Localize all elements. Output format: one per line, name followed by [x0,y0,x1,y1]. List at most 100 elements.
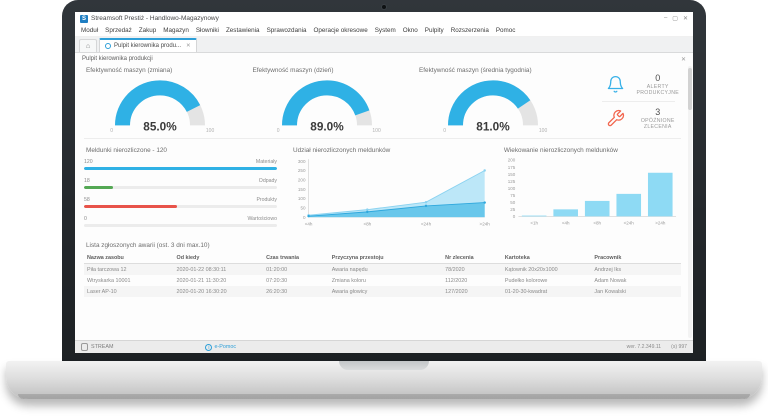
svg-text:0: 0 [303,215,306,220]
table-cell: 127/2020 [442,286,502,297]
meldunki-label: Produkty [256,197,276,203]
svg-text:250: 250 [298,168,306,173]
table-cell: 07:20:30 [263,275,329,286]
svg-text:75: 75 [510,193,516,198]
area-chart-panel: Udział nierozliczonych meldunków 0 50 100 1… [291,145,490,235]
alert-text: 0ALERTY PRODUKCYJNE [637,73,680,96]
table-row[interactable]: Piła tarczowa 122020-01-22 08:30:1101:20… [84,264,681,276]
svg-text:200: 200 [298,177,306,182]
alert-text: 3OPÓŹNIONE ZLECENIA [637,107,680,130]
laptop-notch [339,361,429,370]
panel-close-icon[interactable]: ✕ [681,56,686,63]
meldunki-row: 0Wartościowo [84,216,277,227]
svg-text:100: 100 [298,196,306,201]
table-cell: 2020-01-22 08:30:11 [174,264,264,276]
status-left: STREAM [81,343,113,351]
info-icon: i [205,344,212,351]
window-controls: – ▢ ✕ [664,15,688,22]
vertical-scrollbar[interactable] [688,66,692,338]
column-header[interactable]: Przyczyna przestoju [329,253,442,264]
dashboard-tab-icon [105,43,111,49]
meldunki-label: Materiały [256,159,277,165]
gauge-scale: 0100 [443,128,547,134]
version-label: wer. 7.2.349.11 [627,344,661,350]
gauge-card-1: Efektywność maszyn (zmiana)85.0%0100 [84,65,237,135]
menu-item[interactable]: Słowniki [196,27,219,34]
meldunki-track [84,167,277,170]
menu-item[interactable]: Magazyn [163,27,189,34]
failures-table: Nazwa zasobuOd kiedyCzas trwaniaPrzyczyn… [84,253,681,297]
alerts-divider [602,101,676,102]
table-cell: 2020-01-21 11:30:20 [174,275,264,286]
home-icon: ⌂ [86,43,90,50]
table-cell: 26:20:30 [263,286,329,297]
charts-row: Meldunki nierozliczone - 120 120Materiał… [84,145,681,235]
menu-item[interactable]: Zestawienia [226,27,260,34]
wrench-icon [606,109,625,128]
gauge-title: Efektywność maszyn (średnia tygodnia) [419,67,570,74]
svg-text:<8h: <8h [593,221,601,226]
svg-text:150: 150 [298,187,306,192]
close-icon[interactable]: ✕ [683,15,688,22]
svg-text:25: 25 [510,207,516,212]
column-header[interactable]: Nr zlecenia [442,253,502,264]
column-header[interactable]: Czas trwania [263,253,329,264]
svg-text:150: 150 [508,172,516,177]
tab-bar: ⌂ Pulpit kierownika produ... ✕ [75,37,693,53]
svg-text:50: 50 [300,205,306,210]
meldunki-track [84,186,277,189]
meldunki-row: 120Materiały [84,159,277,170]
menu-item[interactable]: Moduł [81,27,98,34]
menu-item[interactable]: Operacje okresowe [313,27,367,34]
meldunki-panel: Meldunki nierozliczone - 120 120Materiał… [84,145,277,235]
tab-close-icon[interactable]: ✕ [186,43,191,49]
table-cell: 01-20-30-kwadrat [502,286,592,297]
table-header-row: Nazwa zasobuOd kiedyCzas trwaniaPrzyczyn… [84,253,681,264]
menu-item[interactable]: Pomoc [496,27,516,34]
menu-item[interactable]: Pulpity [425,27,444,34]
laptop-base [6,361,762,399]
menu-item[interactable]: Sprzedaż [105,27,132,34]
tab-pulpit-kierownika[interactable]: Pulpit kierownika produ... ✕ [99,38,197,52]
menu-item[interactable]: Rozszerzenia [451,27,489,34]
status-info-link[interactable]: i e-Pomoc [205,344,236,351]
column-header[interactable]: Kartoteka [502,253,592,264]
table-cell: 112/2020 [442,275,502,286]
column-header[interactable]: Nazwa zasobu [84,253,174,264]
meldunki-bar [84,167,277,170]
meldunki-value: 58 [84,197,90,203]
menu-item[interactable]: Okno [403,27,418,34]
svg-text:<4h: <4h [305,221,313,226]
menu-item[interactable]: Zakup [139,27,157,34]
tab-label: Pulpit kierownika produ... [114,43,181,49]
scrollbar-thumb[interactable] [688,68,692,110]
alert-count: 0 [637,73,680,83]
table-cell: 78/2020 [442,264,502,276]
app-icon: S [80,15,88,23]
meldunki-track [84,205,277,208]
table-row[interactable]: Laser AP-102020-01-20 16:30:2026:20:30Aw… [84,286,681,297]
failures-section: Lista zgłoszonych awarii (ost. 3 dni max… [84,242,681,297]
window-titlebar: S Streamsoft Prestiż - Handlowo-Magazyno… [75,12,693,25]
area-chart-title: Udział nierozliczonych meldunków [293,147,490,154]
minimize-icon[interactable]: – [664,15,667,22]
menu-item[interactable]: System [375,27,396,34]
gauge-title: Efektywność maszyn (dzień) [253,67,404,74]
meldunki-value: 18 [84,178,90,184]
meldunki-row: 18Odpady [84,178,277,189]
table-cell: Zmiana koloru [329,275,442,286]
meldunki-title: Meldunki nierozliczone - 120 [86,147,277,154]
maximize-icon[interactable]: ▢ [672,15,678,22]
menu-item[interactable]: Sprawozdania [267,27,307,34]
home-tab[interactable]: ⌂ [79,39,97,52]
gauge-scale: 0100 [277,128,381,134]
column-header[interactable]: Pracownik [591,253,681,264]
svg-text:<8h: <8h [363,221,371,226]
meldunki-bar [84,205,177,208]
svg-text:0: 0 [513,214,516,219]
table-cell: Piła tarczowa 12 [84,264,174,276]
meldunki-row-head: 120Materiały [84,159,277,165]
table-row[interactable]: Wtryskarka 100012020-01-21 11:30:2007:20… [84,275,681,286]
svg-text:100: 100 [508,186,516,191]
column-header[interactable]: Od kiedy [174,253,264,264]
